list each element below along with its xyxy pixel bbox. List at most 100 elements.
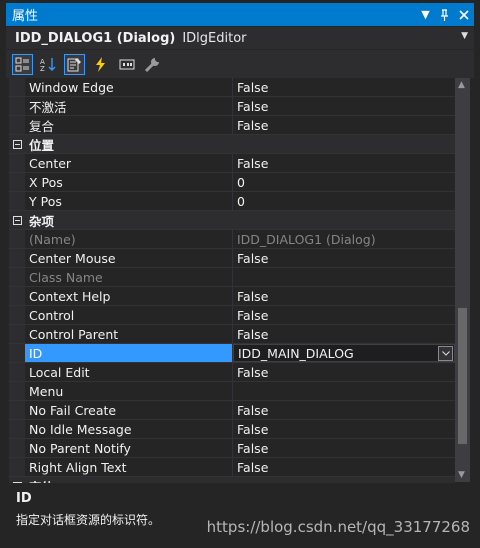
category-row[interactable]: 字体 (9, 477, 455, 483)
property-row[interactable]: Local Edit False (9, 363, 455, 382)
property-row[interactable]: Menu (9, 382, 455, 401)
scroll-up-icon[interactable]: ▲ (458, 80, 465, 90)
property-name: Center (25, 154, 233, 172)
property-value[interactable]: False (233, 116, 455, 134)
property-name: Context Help (25, 287, 233, 305)
row-gutter (9, 268, 25, 286)
property-name: 复合 (25, 116, 233, 134)
property-value[interactable]: False (233, 249, 455, 267)
property-value[interactable]: False (233, 154, 455, 172)
property-value-text: False (237, 326, 269, 342)
property-name: ID (25, 344, 233, 362)
property-value[interactable]: False (233, 325, 455, 343)
property-value[interactable] (233, 382, 455, 400)
property-value-text: False (237, 421, 269, 437)
category-row[interactable]: 位置 (9, 135, 455, 154)
category-name: 杂项 (29, 213, 55, 229)
property-name: Y Pos (25, 192, 233, 210)
property-value-text: IDD_MAIN_DIALOG (238, 345, 354, 361)
property-value-text: 0 (237, 193, 245, 209)
property-value[interactable]: False (233, 439, 455, 457)
categorized-icon[interactable] (12, 53, 33, 75)
close-icon[interactable] (455, 6, 472, 23)
property-value[interactable]: False (233, 306, 455, 324)
property-row[interactable]: No Fail Create False (9, 401, 455, 420)
messages-icon[interactable] (116, 54, 137, 75)
row-gutter (9, 116, 25, 134)
events-icon[interactable] (90, 54, 111, 75)
property-name: 不激活 (25, 97, 233, 115)
row-gutter (9, 78, 25, 96)
row-gutter (9, 401, 25, 419)
window-menu-icon[interactable]: ▼ (417, 6, 434, 23)
property-value-text: False (237, 307, 269, 323)
properties-icon[interactable] (64, 53, 85, 75)
property-row[interactable]: Window Edge False (9, 78, 455, 97)
object-name: IDD_DIALOG1 (Dialog) (15, 30, 176, 46)
row-gutter (9, 154, 25, 172)
property-grid: Window Edge False 不激活 False 复合 False 位置 Center F… (9, 78, 455, 483)
property-value-text: False (237, 402, 269, 418)
property-row[interactable]: Y Pos 0 (9, 192, 455, 211)
overrides-icon[interactable] (142, 54, 163, 75)
property-name: (Name) (25, 230, 233, 248)
property-row[interactable]: Center Mouse False (9, 249, 455, 268)
row-gutter (9, 420, 25, 438)
property-value[interactable]: False (233, 420, 455, 438)
property-row[interactable]: Control Parent False (9, 325, 455, 344)
property-row[interactable]: Class Name (9, 268, 455, 287)
pin-icon[interactable] (436, 6, 453, 23)
property-value[interactable]: False (233, 97, 455, 115)
scroll-thumb[interactable] (458, 308, 467, 444)
property-value-text: False (237, 459, 269, 475)
properties-titlebar: 属性 ▼ (6, 3, 474, 26)
row-gutter (9, 192, 25, 210)
property-name: Control (25, 306, 233, 324)
chevron-down-icon[interactable]: ▼ (461, 31, 468, 41)
alphabetical-icon[interactable]: AZ (38, 54, 59, 75)
row-gutter (9, 306, 25, 324)
property-value-text: False (237, 117, 269, 133)
property-row[interactable]: Center False (9, 154, 455, 173)
property-row[interactable]: No Parent Notify False (9, 439, 455, 458)
property-value[interactable]: False (233, 287, 455, 305)
property-value[interactable]: False (233, 401, 455, 419)
property-row[interactable]: 复合 False (9, 116, 455, 135)
description-title: ID (16, 491, 32, 506)
collapse-icon[interactable] (9, 211, 25, 229)
property-value[interactable]: False (233, 363, 455, 381)
collapse-icon[interactable] (9, 477, 25, 483)
property-name: X Pos (25, 173, 233, 191)
property-value[interactable]: IDD_DIALOG1 (Dialog) (233, 230, 455, 248)
properties-toolbar: AZ (6, 50, 474, 78)
property-value-input[interactable]: IDD_MAIN_DIALOG (233, 344, 455, 362)
row-gutter (9, 439, 25, 457)
category-row[interactable]: 杂项 (9, 211, 455, 230)
property-value-text: False (237, 288, 269, 304)
property-row[interactable]: Context Help False (9, 287, 455, 306)
category-name: 字体 (25, 477, 54, 484)
property-value-text: False (237, 364, 269, 380)
property-row[interactable]: 不激活 False (9, 97, 455, 116)
property-value[interactable]: 0 (233, 192, 455, 210)
property-value[interactable]: False (233, 458, 455, 476)
property-row[interactable]: X Pos 0 (9, 173, 455, 192)
property-value[interactable]: 0 (233, 173, 455, 191)
property-row[interactable]: Right Align Text False (9, 458, 455, 477)
property-row[interactable]: No Idle Message False (9, 420, 455, 439)
property-row[interactable]: ID IDD_MAIN_DIALOG (9, 344, 455, 363)
property-row[interactable]: Control False (9, 306, 455, 325)
property-name: Window Edge (25, 78, 233, 96)
property-name: Local Edit (25, 363, 233, 381)
property-value[interactable] (233, 268, 455, 286)
property-value-text: False (237, 250, 269, 266)
property-value[interactable]: False (233, 78, 455, 96)
property-name: Center Mouse (25, 249, 233, 267)
object-selector[interactable]: IDD_DIALOG1 (Dialog) IDlgEditor ▼ (6, 27, 474, 49)
scroll-down-icon[interactable]: ▼ (458, 470, 465, 480)
value-dropdown-icon[interactable] (438, 346, 453, 361)
property-name: Class Name (25, 268, 233, 286)
vertical-scrollbar[interactable]: ▲ ▼ (455, 78, 470, 482)
property-row[interactable]: (Name) IDD_DIALOG1 (Dialog) (9, 230, 455, 249)
collapse-icon[interactable] (9, 135, 25, 153)
